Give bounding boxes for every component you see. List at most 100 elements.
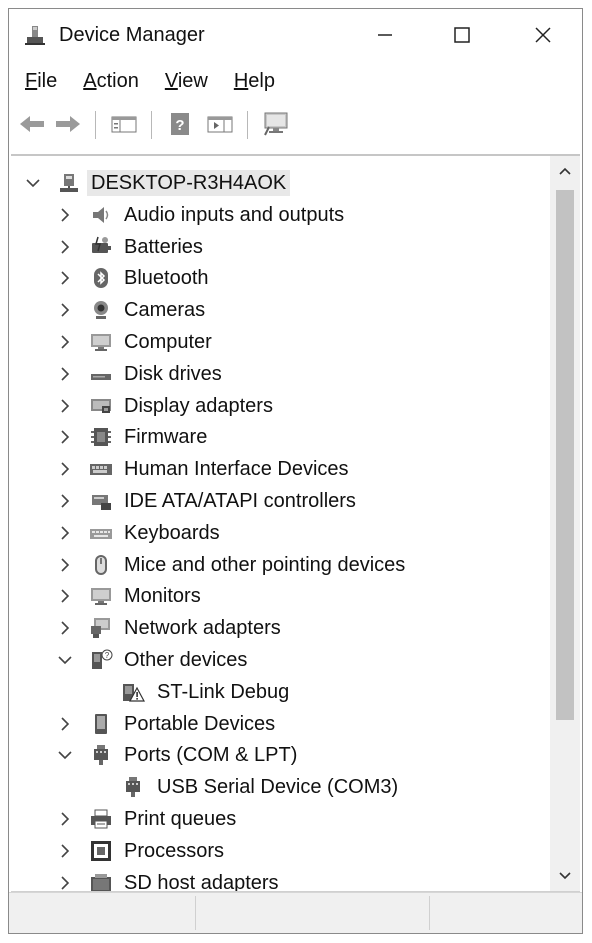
tree-item-human-interface-devices[interactable]: Human Interface Devices <box>11 454 551 484</box>
tree-item-label: Batteries <box>124 235 203 258</box>
menu-bar: File Action View Help <box>9 65 582 97</box>
tree-item-keyboards[interactable]: Keyboards <box>11 518 551 548</box>
toolbar-separator <box>95 111 96 139</box>
tree-item-firmware[interactable]: Firmware <box>11 422 551 452</box>
chevron-right-icon[interactable] <box>57 525 73 541</box>
forward-button[interactable] <box>53 109 83 139</box>
tree-item-other-devices[interactable]: ? Other devices <box>11 645 551 675</box>
chevron-up-icon <box>559 167 571 175</box>
chevron-right-icon[interactable] <box>57 302 73 318</box>
chip-icon <box>91 428 111 447</box>
tree-item-cameras[interactable]: Cameras <box>11 295 551 325</box>
menu-view[interactable]: View <box>152 65 221 97</box>
chevron-right-icon[interactable] <box>57 270 73 286</box>
close-button[interactable] <box>515 17 571 53</box>
help-button[interactable]: ? <box>165 109 195 139</box>
close-icon <box>535 27 551 43</box>
title-bar[interactable]: Device Manager <box>9 9 582 61</box>
chevron-right-icon[interactable] <box>57 366 73 382</box>
tree-item-usb-serial-device-com3[interactable]: USB Serial Device (COM3) <box>11 772 551 802</box>
chevron-down-icon[interactable] <box>57 652 73 668</box>
back-button[interactable] <box>17 109 47 139</box>
chevron-right-icon[interactable] <box>57 398 73 414</box>
tree-item-label: Print queues <box>124 808 237 830</box>
tree-item-print-queues[interactable]: Print queues <box>11 804 551 834</box>
portable-device-icon <box>95 713 107 734</box>
scrollbar-thumb[interactable] <box>556 190 574 720</box>
processor-icon <box>91 840 111 861</box>
chevron-down-icon[interactable] <box>25 175 41 191</box>
show-action-pane-button[interactable] <box>205 109 235 139</box>
tree-item-st-link-debug[interactable]: ST-Link Debug <box>11 677 551 707</box>
tree-item-ports-com-lpt[interactable]: Ports (COM & LPT) <box>11 740 551 770</box>
chevron-right-icon[interactable] <box>57 588 73 604</box>
tree-item-label: Network adapters <box>124 617 281 640</box>
tree-item-mice-and-other-pointing-devices[interactable]: Mice and other pointing devices <box>11 550 551 580</box>
chevron-right-icon[interactable] <box>57 843 73 859</box>
tree-item-label: Ports (COM & LPT) <box>124 744 298 767</box>
tree-item-audio-inputs-and-outputs[interactable]: Audio inputs and outputs <box>11 200 551 230</box>
scan-hardware-button[interactable] <box>261 109 291 139</box>
network-adapter-icon <box>91 618 110 639</box>
tree-item-label: Keyboards <box>124 521 220 544</box>
tree-item-display-adapters[interactable]: Display adapters <box>11 391 551 421</box>
minimize-icon <box>378 34 392 36</box>
menu-action[interactable]: Action <box>70 65 152 97</box>
port-icon <box>94 745 108 766</box>
device-tree: DESKTOP-R3H4AOK Audio inputs and outputs B… <box>11 154 580 892</box>
chevron-right-icon[interactable] <box>57 239 73 255</box>
bluetooth-icon <box>94 268 108 289</box>
disk-drive-icon <box>91 373 111 380</box>
chevron-right-icon[interactable] <box>57 429 73 445</box>
scroll-up-button[interactable] <box>550 156 580 186</box>
tree-item-bluetooth[interactable]: Bluetooth <box>11 263 551 293</box>
menu-help[interactable]: Help <box>221 65 288 97</box>
warning-device-icon <box>123 683 145 702</box>
menu-file[interactable]: File <box>9 65 70 97</box>
hid-icon <box>90 464 112 476</box>
chevron-right-icon[interactable] <box>57 811 73 827</box>
tree-item-label: USB Serial Device (COM3) <box>157 776 399 799</box>
chevron-right-icon[interactable] <box>57 875 73 891</box>
tree-item-label: Display adapters <box>124 394 273 417</box>
chevron-down-icon[interactable] <box>57 747 73 763</box>
chevron-right-icon[interactable] <box>57 334 73 350</box>
show-action-pane-icon <box>207 116 233 133</box>
chevron-right-icon[interactable] <box>57 620 73 636</box>
tree-item-label: Cameras <box>124 299 206 322</box>
tree-item-ide-ata-atapi-controllers[interactable]: IDE ATA/ATAPI controllers <box>11 486 551 516</box>
tree-item-label: Bluetooth <box>124 267 209 290</box>
tree-item-batteries[interactable]: Batteries <box>11 232 551 262</box>
maximize-button[interactable] <box>434 17 490 53</box>
chevron-right-icon[interactable] <box>57 493 73 509</box>
tree-item-disk-drives[interactable]: Disk drives <box>11 359 551 389</box>
tree-item-monitors[interactable]: Monitors <box>11 581 551 611</box>
tree-item-computer[interactable]: Computer <box>11 327 551 357</box>
printer-icon <box>91 809 111 829</box>
tree-item-label: Mice and other pointing devices <box>124 553 406 576</box>
tree-item-label: ST-Link Debug <box>157 680 290 703</box>
scroll-down-button[interactable] <box>550 861 580 891</box>
chevron-right-icon[interactable] <box>57 557 73 573</box>
svg-text:?: ? <box>175 117 184 134</box>
chevron-right-icon[interactable] <box>57 461 73 477</box>
tree-item-processors[interactable]: Processors <box>11 836 551 866</box>
chevron-right-icon[interactable] <box>57 716 73 732</box>
show-hide-console-tree-button[interactable] <box>109 109 139 139</box>
vertical-scrollbar[interactable] <box>550 156 580 891</box>
tree-item-label: Human Interface Devices <box>124 458 349 481</box>
monitor-icon <box>91 588 111 606</box>
unknown-device-icon: ? <box>92 649 113 669</box>
minimize-button[interactable] <box>357 17 413 53</box>
tree-item-desktop-r3h4aok[interactable]: DESKTOP-R3H4AOK <box>11 168 551 198</box>
device-manager-window: Device Manager File Action View Help ? D… <box>8 8 583 934</box>
tree-item-portable-devices[interactable]: Portable Devices <box>11 709 551 739</box>
tree-item-network-adapters[interactable]: Network adapters <box>11 613 551 643</box>
help-icon: ? <box>171 113 189 135</box>
tree-item-sd-host-adapters[interactable]: SD host adapters <box>11 868 551 891</box>
ide-controller-icon <box>92 495 111 510</box>
keyboard-icon <box>90 528 112 539</box>
tree-item-label: Firmware <box>124 426 208 449</box>
forward-icon <box>56 116 80 132</box>
chevron-right-icon[interactable] <box>57 207 73 223</box>
